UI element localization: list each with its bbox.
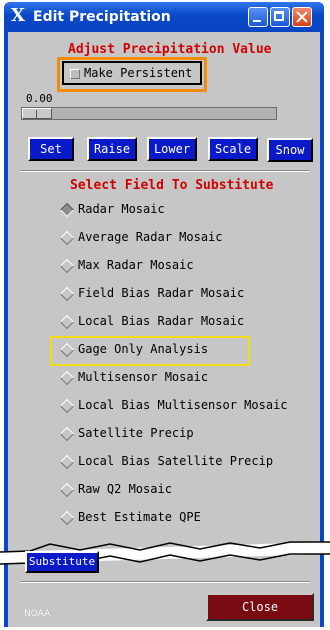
- scale-button[interactable]: Scale: [208, 137, 258, 161]
- close-window-button[interactable]: [292, 7, 312, 27]
- edit-precipitation-window: X Edit Precipitation Adjust Precipitatio…: [0, 2, 330, 627]
- radio-indicator[interactable]: [59, 454, 75, 470]
- radio-indicator[interactable]: [59, 482, 75, 498]
- minimize-button[interactable]: [248, 7, 268, 27]
- radio-indicator[interactable]: [59, 426, 75, 442]
- field-option-label: Raw Q2 Mosaic: [78, 482, 172, 496]
- field-option-label: Satellite Precip: [78, 426, 194, 440]
- precip-slider[interactable]: [21, 107, 277, 120]
- separator: [20, 170, 310, 172]
- field-option-label: Field Bias Radar Mosaic: [78, 286, 245, 300]
- radio-indicator[interactable]: [59, 230, 75, 246]
- close-button[interactable]: Close: [206, 593, 314, 621]
- field-option-label: Gage Only Analysis: [78, 342, 209, 356]
- noaa-logo: NOAA: [24, 609, 51, 619]
- field-option-label: Local Bias Radar Mosaic: [78, 314, 245, 328]
- field-option-label: Local Bias Multisensor Mosaic: [78, 398, 288, 412]
- separator-bottom: [20, 581, 310, 583]
- make-persistent-label: Make Persistent: [84, 66, 193, 80]
- radio-indicator[interactable]: [59, 258, 75, 274]
- title-bar[interactable]: X Edit Precipitation: [4, 2, 324, 32]
- field-option-label: Max Radar Mosaic: [78, 258, 194, 272]
- substitute-button[interactable]: Substitute: [25, 551, 99, 573]
- radio-indicator[interactable]: [59, 202, 75, 218]
- radio-indicator[interactable]: [59, 314, 75, 330]
- lower-button[interactable]: Lower: [147, 137, 197, 161]
- radio-indicator[interactable]: [59, 398, 75, 414]
- radio-indicator[interactable]: [59, 370, 75, 386]
- substitute-heading: Select Field To Substitute: [70, 178, 274, 193]
- slider-thumb[interactable]: [22, 108, 52, 119]
- field-option-label: Multisensor Mosaic: [78, 370, 209, 384]
- raise-button[interactable]: Raise: [87, 137, 137, 161]
- field-option-label: Local Bias Satellite Precip: [78, 454, 274, 468]
- set-button[interactable]: Set: [28, 137, 74, 161]
- x-app-icon: X: [11, 5, 25, 26]
- window-title: Edit Precipitation: [33, 9, 171, 25]
- maximize-button[interactable]: [270, 7, 290, 27]
- checkbox-indicator[interactable]: [70, 69, 80, 79]
- slider-value: 0.00: [26, 92, 53, 105]
- snow-button[interactable]: Snow: [267, 138, 313, 162]
- make-persistent-toggle[interactable]: Make Persistent: [62, 61, 202, 85]
- field-option-label: Average Radar Mosaic: [78, 230, 223, 244]
- dialog-body: Adjust Precipitation Value Make Persiste…: [0, 32, 330, 627]
- radio-indicator[interactable]: [59, 286, 75, 302]
- adjust-heading: Adjust Precipitation Value: [68, 42, 272, 57]
- field-option-label: Radar Mosaic: [78, 202, 165, 216]
